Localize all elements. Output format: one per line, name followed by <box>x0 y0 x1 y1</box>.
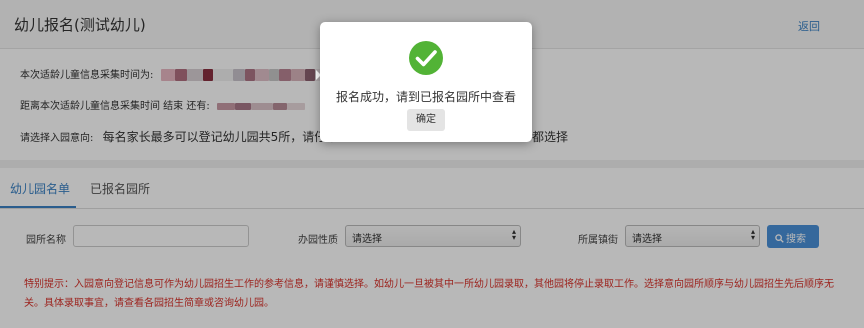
success-message: 报名成功，请到已报名园所中查看 <box>335 90 516 104</box>
checkmark-circle-icon <box>409 41 443 75</box>
success-dialog: 报名成功，请到已报名园所中查看 确定 <box>320 22 532 142</box>
confirm-button[interactable]: 确定 <box>407 109 445 131</box>
